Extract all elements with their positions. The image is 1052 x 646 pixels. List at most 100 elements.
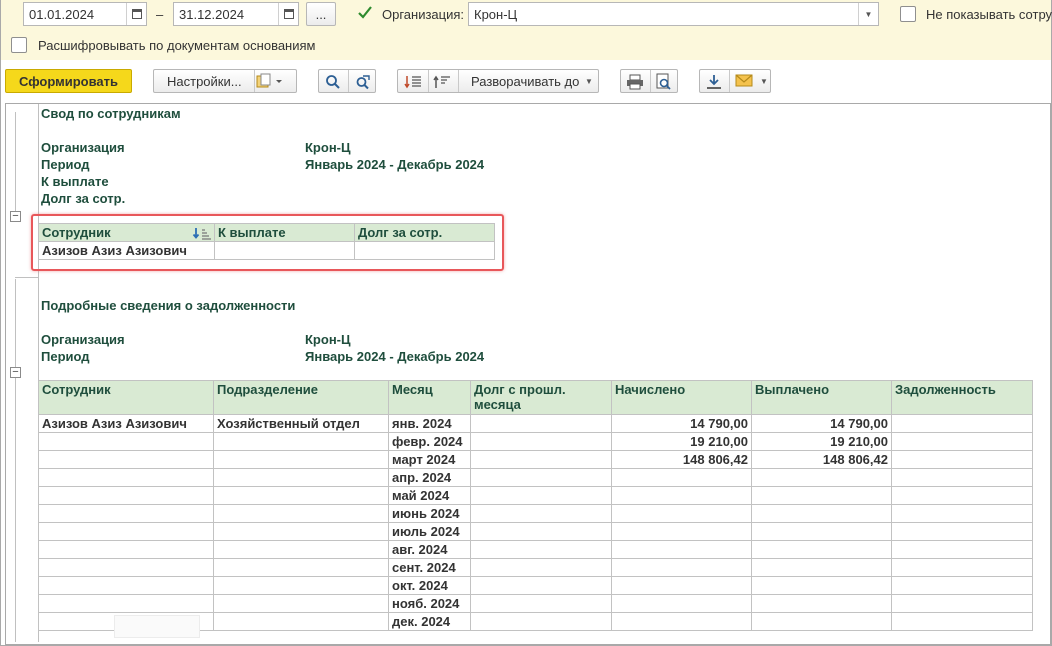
cell-debt[interactable] — [891, 504, 1033, 523]
cell-employee[interactable] — [38, 468, 214, 487]
cell-accrued[interactable] — [611, 594, 752, 613]
settings-button[interactable]: Настройки... — [153, 69, 297, 93]
cell-month[interactable]: март 2024 — [388, 450, 471, 469]
org-checkbox[interactable] — [357, 5, 373, 21]
cell-prev-debt[interactable] — [470, 468, 612, 487]
cell-prev-debt[interactable] — [470, 414, 612, 433]
cell-accrued[interactable] — [611, 540, 752, 559]
cell-prev-debt[interactable] — [470, 540, 612, 559]
cell-accrued[interactable] — [611, 576, 752, 595]
col-month[interactable]: Месяц — [388, 380, 471, 415]
cell-paid[interactable] — [751, 612, 892, 631]
cell-department[interactable] — [213, 522, 389, 541]
cell-prev-debt[interactable] — [470, 594, 612, 613]
cell-accrued[interactable]: 19 210,00 — [611, 432, 752, 451]
cell-month[interactable]: янв. 2024 — [388, 414, 471, 433]
cell-month[interactable]: апр. 2024 — [388, 468, 471, 487]
cell-paid[interactable] — [751, 486, 892, 505]
cell-department[interactable] — [213, 594, 389, 613]
cell-paid[interactable]: 148 806,42 — [751, 450, 892, 469]
cell-employee[interactable] — [38, 558, 214, 577]
table-row[interactable]: май 2024 — [38, 486, 1033, 505]
cell-prev-debt[interactable] — [470, 432, 612, 451]
cell-debt[interactable] — [891, 450, 1033, 469]
cell-debt[interactable] — [891, 432, 1033, 451]
cell-accrued[interactable] — [611, 558, 752, 577]
cell-paid[interactable] — [751, 468, 892, 487]
chevron-down-icon[interactable]: ▼ — [858, 3, 878, 25]
col-employee[interactable]: Сотрудник — [38, 380, 214, 415]
cell-paid[interactable] — [751, 504, 892, 523]
cell-accrued[interactable] — [611, 612, 752, 631]
cell-department[interactable] — [213, 504, 389, 523]
cell-month[interactable]: июль 2024 — [388, 522, 471, 541]
cell-employee[interactable] — [38, 432, 214, 451]
col-accrued[interactable]: Начислено — [611, 380, 752, 415]
table-row[interactable]: нояб. 2024 — [38, 594, 1033, 613]
generate-button[interactable]: Сформировать — [5, 69, 132, 93]
cell-paid[interactable] — [751, 594, 892, 613]
col-paid[interactable]: Выплачено — [751, 380, 892, 415]
print-icon[interactable] — [626, 74, 644, 93]
cell-month[interactable]: окт. 2024 — [388, 576, 471, 595]
col-prev-debt[interactable]: Долг с прошл. месяца — [470, 380, 612, 415]
cell-month[interactable]: авг. 2024 — [388, 540, 471, 559]
table-row[interactable]: сент. 2024 — [38, 558, 1033, 577]
collapse-groups-icon[interactable] — [404, 74, 422, 93]
cell-accrued[interactable]: 14 790,00 — [611, 414, 752, 433]
cell-paid[interactable]: 19 210,00 — [751, 432, 892, 451]
cell-debt[interactable] — [891, 468, 1033, 487]
cell-accrued[interactable]: 148 806,42 — [611, 450, 752, 469]
cell-month[interactable]: июнь 2024 — [388, 504, 471, 523]
cell-debt[interactable] — [891, 540, 1033, 559]
expand-groups-icon[interactable] — [433, 74, 451, 93]
cell-month[interactable]: февр. 2024 — [388, 432, 471, 451]
cell-department[interactable] — [213, 540, 389, 559]
cell-employee[interactable]: Азизов Азиз Азизович — [38, 414, 214, 433]
table-row[interactable]: июль 2024 — [38, 522, 1033, 541]
calendar-icon[interactable] — [126, 3, 146, 25]
cell-month[interactable]: нояб. 2024 — [388, 594, 471, 613]
cell-debt[interactable] — [891, 486, 1033, 505]
cell-accrued[interactable] — [611, 522, 752, 541]
table-row[interactable]: авг. 2024 — [38, 540, 1033, 559]
cell-paid[interactable] — [751, 558, 892, 577]
cell-department[interactable] — [213, 432, 389, 451]
cell-prev-debt[interactable] — [470, 486, 612, 505]
expand-to-label[interactable]: Разворачивать до — [471, 74, 579, 89]
table-row[interactable]: апр. 2024 — [38, 468, 1033, 487]
variants-icon[interactable] — [256, 73, 282, 92]
table-row[interactable]: февр. 2024 19 210,00 19 210,00 — [38, 432, 1033, 451]
cell-prev-debt[interactable] — [470, 576, 612, 595]
cell-month[interactable]: май 2024 — [388, 486, 471, 505]
date-from-input[interactable]: 01.01.2024 — [23, 2, 147, 26]
cell-department[interactable]: Хозяйственный отдел — [213, 414, 389, 433]
cell-prev-debt[interactable] — [470, 450, 612, 469]
table-row[interactable]: июнь 2024 — [38, 504, 1033, 523]
search-icon[interactable] — [325, 74, 341, 93]
cell-employee[interactable] — [38, 450, 214, 469]
cell-debt[interactable] — [891, 612, 1033, 631]
mail-icon[interactable] — [735, 74, 753, 91]
hide-employees-checkbox[interactable] — [900, 6, 916, 22]
decode-docs-checkbox[interactable] — [11, 37, 27, 53]
cell-employee[interactable] — [38, 576, 214, 595]
cell-debt[interactable] — [891, 594, 1033, 613]
cell-employee[interactable] — [38, 486, 214, 505]
cell-department[interactable] — [213, 576, 389, 595]
cell-employee[interactable] — [38, 540, 214, 559]
cell-department[interactable] — [213, 612, 389, 631]
cell-accrued[interactable] — [611, 486, 752, 505]
cell-paid[interactable] — [751, 576, 892, 595]
cell-paid[interactable] — [751, 540, 892, 559]
period-select-button[interactable]: ... — [306, 2, 336, 26]
calendar-icon[interactable] — [278, 3, 298, 25]
cell-debt[interactable] — [891, 576, 1033, 595]
cell-prev-debt[interactable] — [470, 522, 612, 541]
cell-department[interactable] — [213, 486, 389, 505]
cell-prev-debt[interactable] — [470, 504, 612, 523]
cell-accrued[interactable] — [611, 468, 752, 487]
cell-debt[interactable] — [891, 558, 1033, 577]
cell-employee[interactable] — [38, 504, 214, 523]
cell-employee[interactable] — [38, 594, 214, 613]
